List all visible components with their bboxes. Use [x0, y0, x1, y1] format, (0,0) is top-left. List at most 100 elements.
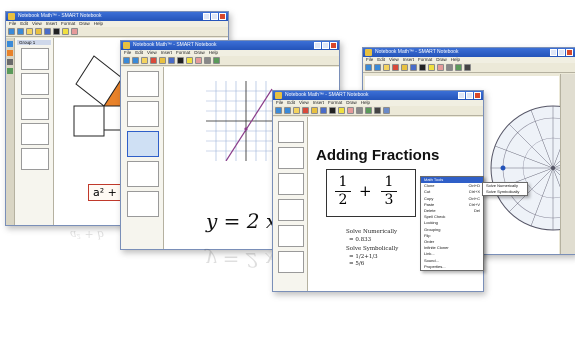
menu-edit[interactable]: Edit — [377, 57, 385, 62]
page-thumbnail[interactable] — [21, 123, 49, 145]
page-thumbnail[interactable] — [278, 251, 304, 273]
highlighter-icon[interactable] — [338, 107, 345, 114]
menu-format[interactable]: Format — [61, 21, 75, 26]
eraser-icon[interactable] — [347, 107, 354, 114]
forward-icon[interactable] — [374, 64, 381, 71]
page-thumbnail[interactable] — [278, 199, 304, 221]
menu-format[interactable]: Format — [176, 50, 190, 55]
close-button[interactable] — [219, 13, 226, 20]
forward-icon[interactable] — [132, 57, 139, 64]
open-icon[interactable] — [401, 64, 408, 71]
highlighter-icon[interactable] — [186, 57, 193, 64]
shapes-icon[interactable] — [365, 107, 372, 114]
delete-page-icon[interactable] — [392, 64, 399, 71]
menu-insert[interactable]: Insert — [313, 100, 324, 105]
eraser-icon[interactable] — [195, 57, 202, 64]
save-icon[interactable] — [44, 28, 51, 35]
page-thumbnail[interactable] — [21, 73, 49, 95]
pen-icon[interactable] — [419, 64, 426, 71]
line-icon[interactable] — [204, 57, 211, 64]
minimize-button[interactable] — [550, 49, 557, 56]
maximize-button[interactable] — [466, 92, 473, 99]
menu-draw[interactable]: Draw — [79, 21, 90, 26]
properties-icon[interactable] — [7, 68, 13, 74]
shapes-icon[interactable] — [455, 64, 462, 71]
delete-page-icon[interactable] — [302, 107, 309, 114]
highlighter-icon[interactable] — [62, 28, 69, 35]
menu-help[interactable]: Help — [361, 100, 370, 105]
menu-insert[interactable]: Insert — [161, 50, 172, 55]
menu-edit[interactable]: Edit — [135, 50, 143, 55]
open-icon[interactable] — [311, 107, 318, 114]
highlighter-icon[interactable] — [428, 64, 435, 71]
menu-file[interactable]: File — [124, 50, 131, 55]
table-icon[interactable] — [383, 107, 390, 114]
maximize-button[interactable] — [211, 13, 218, 20]
menu-help[interactable]: Help — [209, 50, 218, 55]
page-thumbnail[interactable] — [278, 225, 304, 247]
minimize-button[interactable] — [458, 92, 465, 99]
menu-insert[interactable]: Insert — [403, 57, 414, 62]
close-button[interactable] — [474, 92, 481, 99]
gallery-icon[interactable] — [7, 50, 13, 56]
add-page-icon[interactable] — [141, 57, 148, 64]
submenu-item[interactable]: Solve Symbolically — [483, 189, 527, 195]
menu-file[interactable]: File — [9, 21, 16, 26]
menu-draw[interactable]: Draw — [346, 100, 357, 105]
eraser-icon[interactable] — [437, 64, 444, 71]
add-page-icon[interactable] — [383, 64, 390, 71]
page-thumbnail[interactable] — [21, 48, 49, 70]
maximize-button[interactable] — [322, 42, 329, 49]
group-label[interactable]: Group 1 — [17, 40, 51, 45]
page-heading[interactable]: Adding Fractions — [316, 147, 439, 164]
equation[interactable]: y = 2 x — [206, 209, 277, 233]
menu-format[interactable]: Format — [328, 100, 342, 105]
attachments-icon[interactable] — [7, 59, 13, 65]
line-icon[interactable] — [446, 64, 453, 71]
forward-icon[interactable] — [17, 28, 24, 35]
delete-page-icon[interactable] — [150, 57, 157, 64]
context-menu-item[interactable]: Properties... — [421, 264, 483, 270]
shapes-icon[interactable] — [213, 57, 220, 64]
pen-icon[interactable] — [177, 57, 184, 64]
save-icon[interactable] — [168, 57, 175, 64]
page-thumbnail[interactable] — [127, 191, 159, 217]
open-icon[interactable] — [159, 57, 166, 64]
minimize-button[interactable] — [314, 42, 321, 49]
menu-edit[interactable]: Edit — [20, 21, 28, 26]
page-thumbnail[interactable] — [127, 131, 159, 157]
menu-view[interactable]: View — [147, 50, 157, 55]
back-icon[interactable] — [8, 28, 15, 35]
eraser-icon[interactable] — [71, 28, 78, 35]
text-icon[interactable] — [374, 107, 381, 114]
fraction-box[interactable]: 1 2 + 1 3 — [326, 169, 416, 217]
menu-insert[interactable]: Insert — [46, 21, 57, 26]
menu-view[interactable]: View — [299, 100, 309, 105]
save-icon[interactable] — [320, 107, 327, 114]
minimize-button[interactable] — [203, 13, 210, 20]
page-thumbnail[interactable] — [127, 71, 159, 97]
close-button[interactable] — [566, 49, 573, 56]
menu-help[interactable]: Help — [94, 21, 103, 26]
add-page-icon[interactable] — [293, 107, 300, 114]
menu-draw[interactable]: Draw — [194, 50, 205, 55]
page-thumbnail[interactable] — [127, 161, 159, 187]
pen-icon[interactable] — [329, 107, 336, 114]
line-icon[interactable] — [356, 107, 363, 114]
page-thumbnail[interactable] — [127, 101, 159, 127]
page-thumbnail[interactable] — [278, 121, 304, 143]
page-thumbnail[interactable] — [21, 98, 49, 120]
menu-draw[interactable]: Draw — [436, 57, 447, 62]
menu-view[interactable]: View — [32, 21, 42, 26]
scrollbar[interactable] — [560, 74, 575, 254]
solution-notes[interactable]: Solve Numerically = 0.833 Solve Symbolic… — [346, 229, 398, 269]
menu-format[interactable]: Format — [418, 57, 432, 62]
menu-edit[interactable]: Edit — [287, 100, 295, 105]
back-icon[interactable] — [123, 57, 130, 64]
pen-icon[interactable] — [53, 28, 60, 35]
save-icon[interactable] — [410, 64, 417, 71]
menu-view[interactable]: View — [389, 57, 399, 62]
maximize-button[interactable] — [558, 49, 565, 56]
coordinate-grid[interactable] — [206, 81, 276, 161]
forward-icon[interactable] — [284, 107, 291, 114]
